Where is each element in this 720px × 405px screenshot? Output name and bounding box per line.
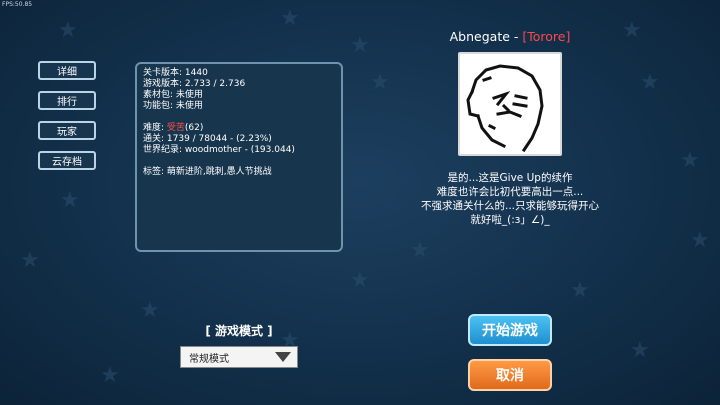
background-star-icon: ★ <box>280 6 300 31</box>
background-star-icon: ★ <box>20 248 40 273</box>
background-star-icon: ★ <box>570 278 590 303</box>
game-version: 游戏版本: 2.733 / 2.736 <box>143 79 246 89</box>
difficulty-prefix: 难度: <box>143 123 167 133</box>
clear-stats: 通关: 1739 / 78044 - (2.23%) <box>143 134 272 144</box>
level-description: 是的...这是Give Up的续作 难度也许会比初代要高出一点... 不强求通关… <box>392 171 628 227</box>
level-version: 关卡版本: 1440 <box>143 68 208 78</box>
background-star-icon: ★ <box>622 18 642 43</box>
ranking-button[interactable]: 排行 <box>38 91 96 110</box>
difficulty-name: 受苦 <box>166 123 185 133</box>
players-button[interactable]: 玩家 <box>38 121 96 140</box>
difficulty: 难度: 受苦(62) <box>143 123 335 134</box>
material-pack: 素材包: 未使用 <box>143 90 203 100</box>
background-star-icon: ★ <box>630 338 650 363</box>
dropdown-arrow-icon <box>275 352 291 362</box>
background-star-icon: ★ <box>370 70 390 95</box>
author-avatar[interactable] <box>458 52 562 156</box>
background-star-icon: ★ <box>350 33 370 58</box>
background-star-icon: ★ <box>350 268 370 293</box>
difficulty-value: (62) <box>184 123 204 133</box>
function-pack: 功能包: 未使用 <box>143 101 203 111</box>
background-star-icon: ★ <box>680 148 700 173</box>
author-tag: [Torore] <box>522 29 571 44</box>
game-mode-label: [ 游戏模式 ] <box>205 324 273 338</box>
level-info-panel: 关卡版本: 1440 游戏版本: 2.733 / 2.736 素材包: 未使用 … <box>135 62 343 252</box>
background-star-icon: ★ <box>690 228 710 253</box>
background-star-icon: ★ <box>410 238 430 263</box>
level-tags: 标签: 萌新进阶,跳刺,愚人节挑战 <box>143 167 272 177</box>
background-star-icon: ★ <box>60 188 80 213</box>
description-line: 不强求通关什么的...只求能够玩得开心 <box>420 200 599 212</box>
game-mode-selected: 常规模式 <box>189 353 229 365</box>
description-line: 就好啦_(:з」∠)_ <box>470 214 550 226</box>
author-line: Abnegate - [Torore] <box>420 29 600 44</box>
game-mode-dropdown[interactable]: 常规模式 <box>180 346 298 368</box>
background-star-icon: ★ <box>140 298 160 323</box>
description-line: 难度也许会比初代要高出一点... <box>436 186 584 198</box>
author-name: Abnegate - <box>449 29 523 44</box>
details-button[interactable]: 详细 <box>38 61 96 80</box>
world-record: 世界纪录: woodmother - (193.044) <box>143 145 295 155</box>
fps-counter: FPS:50.85 <box>2 1 33 8</box>
background-star-icon: ★ <box>640 70 660 95</box>
meme-face-icon <box>466 64 544 153</box>
background-star-icon: ★ <box>100 363 120 388</box>
cloud-save-button[interactable]: 云存档 <box>38 151 96 170</box>
background-star-icon: ★ <box>58 18 78 43</box>
description-line: 是的...这是Give Up的续作 <box>447 172 573 184</box>
start-game-button[interactable]: 开始游戏 <box>468 314 552 346</box>
cancel-button[interactable]: 取消 <box>468 359 552 391</box>
